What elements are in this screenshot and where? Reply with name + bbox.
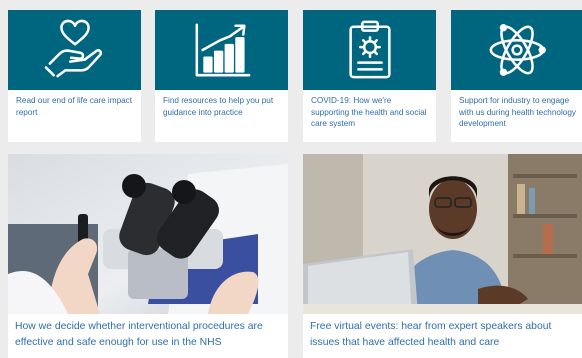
card-icon-panel xyxy=(451,10,582,90)
microscope-photo xyxy=(8,154,288,314)
feature-link-text[interactable]: How we decide whether interventional pro… xyxy=(15,319,282,350)
card-icon-panel xyxy=(155,10,288,90)
feature-link-text[interactable]: Free virtual events: hear from expert sp… xyxy=(310,319,576,350)
man-at-laptop-photo xyxy=(303,154,582,314)
feature-card-interventional-procedures[interactable]: How we decide whether interventional pro… xyxy=(8,154,288,358)
card-covid-19[interactable]: COVID-19: How we're supporting the healt… xyxy=(303,10,436,142)
growth-chart-icon xyxy=(195,23,250,77)
card-link-text[interactable]: Find resources to help you put guidance … xyxy=(163,95,282,118)
card-end-of-life-care[interactable]: Read our end of life care impact report xyxy=(8,10,141,142)
card-link-text[interactable]: COVID-19: How we're supporting the healt… xyxy=(311,95,430,130)
clipboard-virus-icon xyxy=(348,20,391,79)
card-icon-panel xyxy=(303,10,436,90)
card-link-text[interactable]: Read our end of life care impact report xyxy=(16,95,135,118)
atom-icon xyxy=(489,24,546,76)
feature-card-virtual-events[interactable]: Free virtual events: hear from expert sp… xyxy=(303,154,582,358)
card-icon-panel xyxy=(8,10,141,90)
card-resources[interactable]: Find resources to help you put guidance … xyxy=(155,10,288,142)
heart-hand-icon xyxy=(44,19,102,78)
card-industry-support[interactable]: Support for industry to engage with us d… xyxy=(451,10,582,142)
card-link-text[interactable]: Support for industry to engage with us d… xyxy=(459,95,576,130)
